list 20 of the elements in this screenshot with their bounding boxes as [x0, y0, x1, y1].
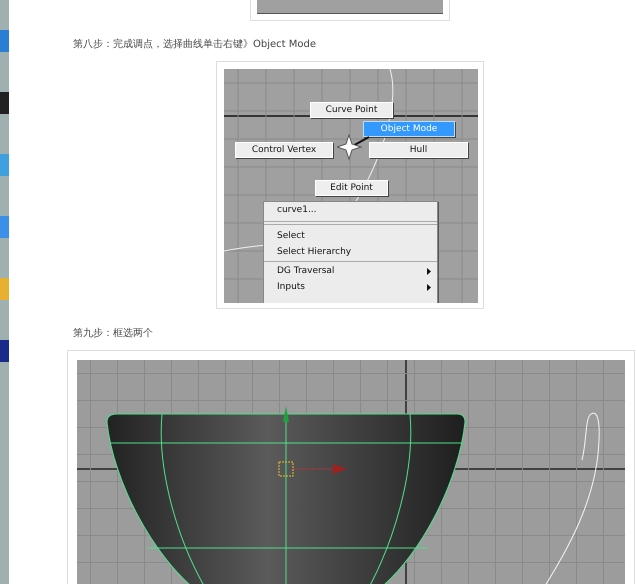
app-icon — [0, 154, 9, 176]
marking-menu-item[interactable]: Control Vertex — [235, 142, 333, 158]
submenu-arrow-icon — [427, 284, 431, 290]
marking-menu-item[interactable]: Hull — [369, 142, 468, 158]
step-caption: 第九步：框选两个 — [73, 327, 154, 341]
app-icon — [0, 92, 9, 114]
pointer-drawing — [337, 134, 370, 161]
marking-menu-item[interactable]: Edit Point — [315, 180, 388, 196]
app-icon — [0, 340, 9, 362]
menu-item[interactable]: Select Hierarchy — [264, 244, 437, 260]
menu-item[interactable]: Inputs — [264, 279, 437, 295]
marking-menu-item[interactable]: Curve Point — [310, 102, 393, 118]
menu-item[interactable]: DG Traversal — [264, 263, 437, 279]
app-icon — [0, 30, 9, 52]
app-icon — [0, 278, 9, 300]
app-icon — [0, 216, 9, 238]
submenu-arrow-icon — [427, 268, 431, 274]
menu-item[interactable]: curve1... — [264, 202, 437, 218]
menu-item[interactable]: Select — [264, 228, 437, 244]
step-caption: 第八步：完成调点，选择曲线单击右键》Object Mode — [73, 38, 317, 52]
